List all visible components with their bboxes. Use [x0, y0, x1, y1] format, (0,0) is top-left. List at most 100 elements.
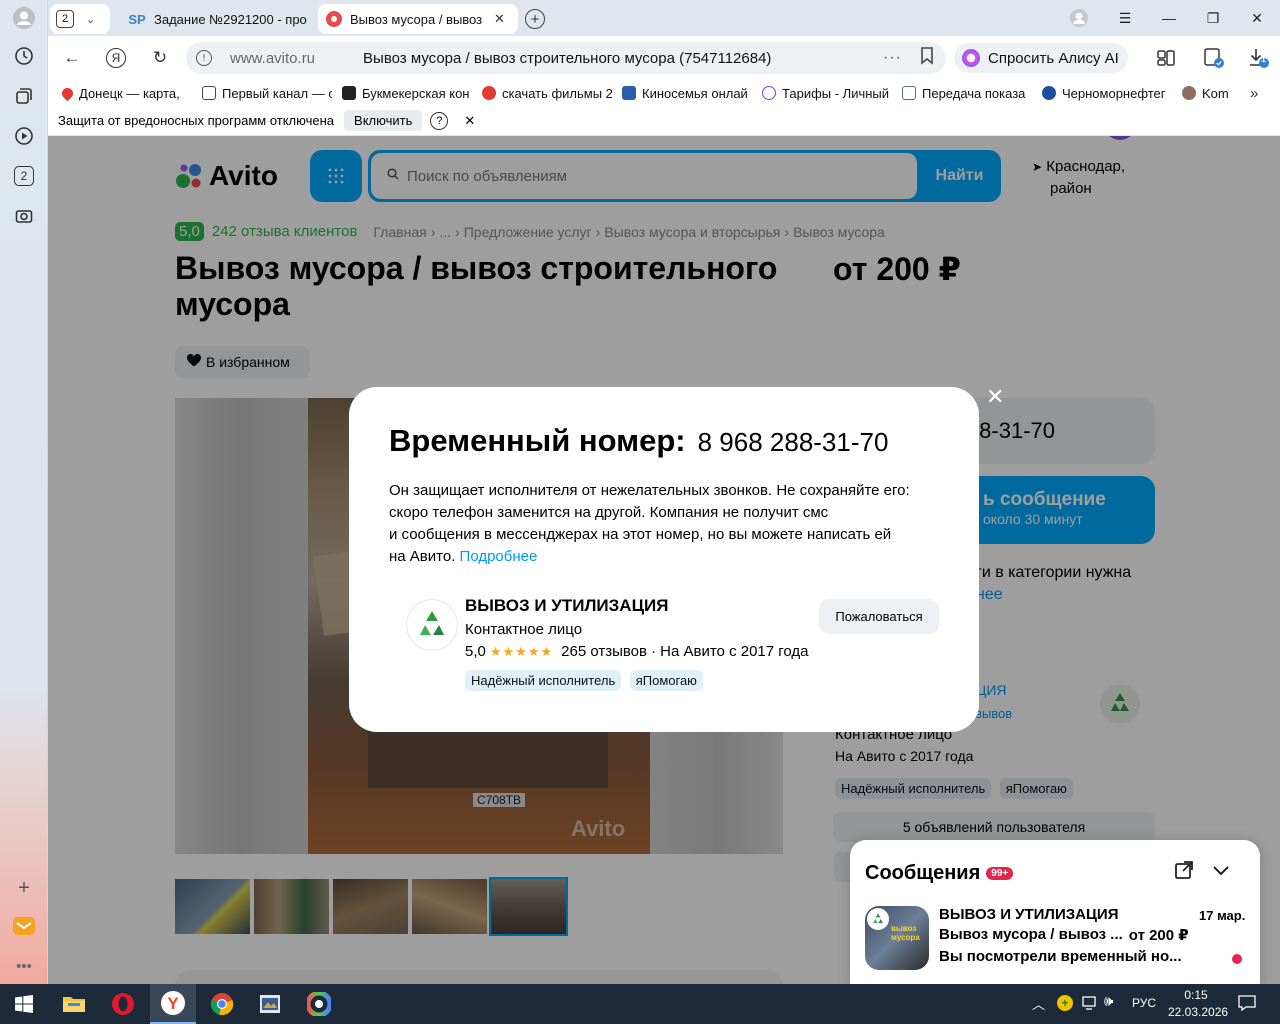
bookmark-icon[interactable] [920, 46, 934, 70]
temporary-phone[interactable]: 8 968 288-31-70 [698, 427, 889, 458]
menu-icon[interactable]: ☰ [1110, 6, 1140, 30]
bookmark-donetsk[interactable]: Донецк — карта, [62, 84, 192, 102]
chrome-icon[interactable] [207, 989, 237, 1019]
temporary-number-modal: Временный номер: 8 968 288-31-70 Он защи… [349, 387, 979, 732]
close-protection-icon[interactable]: ✕ [464, 113, 475, 129]
bookmark-chernomor[interactable]: Черноморнефтег [1042, 84, 1170, 102]
minimize-icon[interactable]: — [1154, 6, 1184, 30]
alice-button[interactable]: Спросить Алису AI [954, 43, 1128, 73]
collections-icon[interactable] [12, 84, 36, 108]
yandex-icon[interactable]: Я [104, 46, 128, 70]
rating-stars-icon: ★★★★★ [489, 643, 554, 659]
chart-icon [762, 86, 776, 100]
messages-count-badge: 99+ [986, 867, 1014, 880]
modal-seller-role: Контактное лицо [465, 621, 583, 638]
modal-seller-name[interactable]: ВЫВОЗ И УТИЛИЗАЦИЯ [465, 596, 668, 616]
bookmark-label: Черноморнефтег [1062, 85, 1166, 101]
chat-thumbnail[interactable]: вывоз мусора [865, 906, 929, 970]
reviews-count[interactable]: 265 отзывов [561, 643, 647, 660]
yandex-browser-taskbar-button[interactable]: Y [150, 984, 196, 1024]
app-icon[interactable] [255, 989, 285, 1019]
alice-label: Спросить Алису AI [988, 49, 1119, 67]
map-pin-icon [62, 85, 76, 101]
new-tab-button[interactable]: + [522, 4, 548, 34]
reader-icon[interactable] [1154, 46, 1178, 70]
unread-dot [1232, 954, 1242, 964]
history-icon[interactable] [12, 44, 36, 68]
bookmark-tarify[interactable]: Тарифы - Личный [762, 84, 892, 102]
more-icon[interactable]: ••• [12, 954, 36, 978]
tab-avito[interactable]: Вывоз мусора / вывоз ✕ [318, 4, 518, 34]
color-app-icon[interactable] [304, 989, 334, 1019]
open-external-icon[interactable] [1174, 860, 1194, 885]
bookmark-peredacha[interactable]: Передача показа [902, 84, 1032, 102]
collapse-chevron-icon[interactable] [1212, 864, 1230, 882]
reload-icon[interactable]: ↻ [148, 46, 172, 70]
address-domain: www.avito.ru [230, 49, 316, 67]
opera-icon[interactable] [108, 989, 138, 1019]
modal-title: Временный номер: [389, 423, 686, 458]
bookmark-perviy[interactable]: Первый канал — с [202, 84, 332, 102]
rating-value: 5,0 [465, 643, 486, 660]
close-window-icon[interactable]: ✕ [1242, 6, 1272, 30]
bookmark-label: Передача показа [922, 85, 1026, 101]
play-icon[interactable] [12, 124, 36, 148]
site-info-icon[interactable]: ! [196, 50, 212, 66]
bookmark-kinosemya[interactable]: Киносемья онлай [622, 84, 752, 102]
tray-app-icon[interactable]: + [1057, 995, 1073, 1011]
mail-icon[interactable] [12, 914, 36, 938]
modal-close-icon[interactable]: ✕ [986, 384, 1004, 410]
report-button[interactable]: Пожаловаться [819, 599, 939, 634]
seller-avatar[interactable] [407, 600, 457, 650]
avito-page: Avito Поиск по объявлениям Найти ➤ Красн… [48, 136, 1280, 984]
profile-icon[interactable] [12, 6, 36, 30]
downloads-icon[interactable]: 1 [1246, 46, 1270, 70]
recycle-icon [867, 908, 889, 930]
file-explorer-icon[interactable] [59, 989, 89, 1019]
bookmarks-bar: Донецк — карта, Первый канал — с Букмеке… [48, 80, 1280, 106]
tab-title: Вывоз мусора / вывоз [350, 11, 483, 27]
more-bookmarks-icon[interactable]: » [1250, 84, 1270, 102]
tray-chevron-up-icon[interactable]: ︿ [1032, 994, 1045, 1013]
translate-icon[interactable] [1202, 46, 1226, 70]
back-icon[interactable]: ← [60, 46, 84, 70]
volume-icon[interactable]: 🕪 [1104, 993, 1113, 1010]
language-indicator[interactable]: РУС [1132, 996, 1156, 1010]
tab-counter[interactable]: 2 ⌄ [50, 4, 110, 34]
chat-name[interactable]: ВЫВОЗ И УТИЛИЗАЦИЯ [939, 906, 1119, 923]
bookmark-films[interactable]: скачать фильмы 2 [482, 84, 612, 102]
bookmark-kom[interactable]: Kom [1182, 84, 1242, 102]
clock[interactable]: 0:15 22.03.2026 [1168, 987, 1228, 1021]
notifications-icon[interactable] [1238, 994, 1256, 1017]
add-icon[interactable]: + [12, 876, 36, 900]
chat-ad-title: Вывоз мусора / вывоз ... [939, 926, 1123, 943]
more-info-link[interactable]: Подробнее [460, 548, 538, 565]
help-icon[interactable]: ? [430, 111, 449, 130]
messages-title[interactable]: Сообщения [865, 862, 980, 885]
desc-line-1: Он защищает исполнителя от нежелательных… [389, 482, 910, 499]
tab-groups-icon[interactable]: 2 [12, 164, 36, 188]
svg-text:Y: Y [167, 994, 179, 1013]
bookmark-bukmeker[interactable]: Букмекерская кон [342, 84, 472, 102]
enable-protection-button[interactable]: Включить [344, 110, 423, 131]
close-tab-icon[interactable]: ✕ [494, 11, 505, 27]
windows-start-icon[interactable] [9, 989, 39, 1019]
account-icon[interactable] [1064, 6, 1094, 30]
clock-date: 22.03.2026 [1168, 1005, 1229, 1019]
network-icon[interactable] [1082, 995, 1098, 1016]
alice-icon [962, 49, 980, 67]
browser-sidebar: 2 + ••• [0, 0, 48, 984]
drop-icon [1042, 86, 1056, 100]
clock-time: 0:15 [1184, 988, 1208, 1002]
more-dots-icon[interactable]: ··· [883, 49, 902, 67]
screenshot-icon[interactable] [12, 204, 36, 228]
modal-description: Он защищает исполнителя от нежелательных… [389, 480, 910, 568]
bookmark-label: Первый канал — с [222, 85, 332, 101]
bookmark-label: Kom [1202, 85, 1229, 101]
address-bar[interactable]: ! www.avito.ru Вывоз мусора / вывоз стро… [186, 42, 946, 74]
recycle-icon [420, 611, 444, 635]
restore-icon[interactable]: ❐ [1198, 6, 1228, 30]
yandex-browser-icon: Y [161, 991, 185, 1015]
tab-zadanie[interactable]: SP Задание №2921200 - про [120, 4, 310, 34]
address-title: Вывоз мусора / вывоз строительного мусор… [363, 49, 772, 67]
